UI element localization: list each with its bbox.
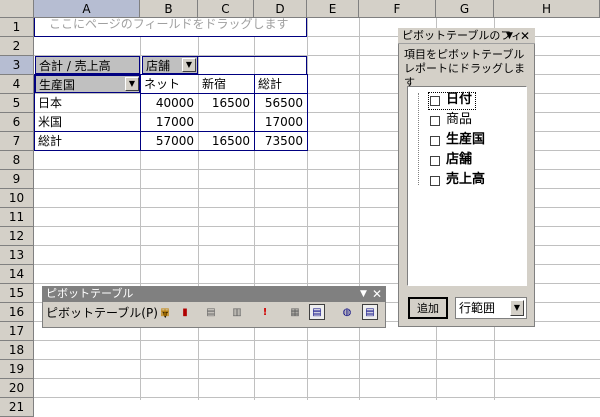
row-header-3[interactable]: 3 xyxy=(0,56,34,75)
col-item-shinjuku: 新宿 xyxy=(202,77,227,91)
row-header-8[interactable]: 8 xyxy=(0,151,34,170)
cell-value: 16500 xyxy=(211,96,250,110)
row-header-5[interactable]: 5 xyxy=(0,94,34,113)
cell-value: 16500 xyxy=(211,134,250,148)
pivot-data-field-label[interactable]: 合計 / 売上高 xyxy=(35,56,140,74)
field-product[interactable]: 商品 xyxy=(446,111,472,129)
hide-field-list-icon[interactable]: ▤ xyxy=(362,304,378,320)
toolbar-title: ピボットテーブル xyxy=(46,287,134,300)
pivot-header-divider xyxy=(140,93,308,94)
field-list-titlebar[interactable]: ピボットテーブルのフィ ▼ ✕ xyxy=(398,28,535,44)
add-button[interactable]: 追加 xyxy=(408,297,448,319)
field-icon xyxy=(430,116,440,126)
row-header-19[interactable]: 19 xyxy=(0,360,34,379)
pivot-menu-label: ピボットテーブル(P) xyxy=(46,306,158,320)
row-header-12[interactable]: 12 xyxy=(0,227,34,246)
toolbar-titlebar[interactable]: ピボットテーブル ▼ ✕ xyxy=(42,286,386,302)
chevron-down-icon[interactable]: ▼ xyxy=(510,300,524,316)
field-sales[interactable]: 売上高 xyxy=(446,171,485,189)
area-select[interactable]: 行範囲 ▼ xyxy=(455,297,527,319)
field-date[interactable]: 日付 xyxy=(446,91,472,109)
row-header-17[interactable]: 17 xyxy=(0,322,34,341)
field-country[interactable]: 生産国 xyxy=(446,131,485,149)
field-icon xyxy=(430,96,440,106)
pivot-total-col-divider xyxy=(254,74,255,151)
row-header-21[interactable]: 21 xyxy=(0,398,34,417)
row-header-16[interactable]: 16 xyxy=(0,303,34,322)
row-header-15[interactable]: 15 xyxy=(0,284,34,303)
row-header-6[interactable]: 6 xyxy=(0,113,34,132)
pivot-col-divider xyxy=(140,74,141,151)
row-header-11[interactable]: 11 xyxy=(0,208,34,227)
field-store[interactable]: 店舗 xyxy=(446,151,472,169)
row-header-7[interactable]: 7 xyxy=(0,132,34,151)
page-field-drop-zone[interactable]: ここにページのフィールドをドラッグします xyxy=(34,17,307,37)
row-label-grand-total: 総計 xyxy=(38,134,63,148)
cell-value: 73500 xyxy=(264,134,303,148)
cell-value xyxy=(199,113,254,131)
area-select-value: 行範囲 xyxy=(459,301,496,315)
show-detail-icon[interactable]: ▥ xyxy=(229,305,245,321)
pivot-header-blank xyxy=(198,56,307,74)
field-list-instruction: 項目をピボットテーブル レポートにドラッグします xyxy=(404,48,525,89)
field-icon xyxy=(430,156,440,166)
pivot-menu-button[interactable]: ピボットテーブル(P) ▼ xyxy=(46,305,169,323)
toolbar-options-icon[interactable]: ▼ xyxy=(360,286,367,302)
row-header-4[interactable]: 4 xyxy=(0,75,34,94)
row-header-1[interactable]: 1 xyxy=(0,18,34,37)
field-settings-icon[interactable]: ◍ xyxy=(339,305,355,321)
drop-hint-text: ここにページのフィールドをドラッグします xyxy=(49,17,289,31)
row-header-18[interactable]: 18 xyxy=(0,341,34,360)
toolbar-close-icon[interactable]: ✕ xyxy=(372,286,382,302)
always-display-icon[interactable]: ▤ xyxy=(309,304,325,320)
pivot-total-divider xyxy=(34,131,308,132)
col-item-net: ネット xyxy=(144,77,181,91)
column-header-f[interactable]: F xyxy=(359,0,436,18)
row-label-usa: 米国 xyxy=(38,115,63,129)
tree-line xyxy=(418,93,419,185)
select-all-corner[interactable] xyxy=(0,0,34,18)
row-field-dropdown-icon[interactable]: ▼ xyxy=(125,77,139,91)
format-report-icon[interactable]: ▦ xyxy=(157,305,173,321)
dropdown-arrow-icon[interactable]: ▼ xyxy=(506,28,513,44)
refresh-icon[interactable]: ! xyxy=(257,305,273,321)
close-icon[interactable]: ✕ xyxy=(520,28,530,44)
cell-value: 17000 xyxy=(155,115,194,129)
row-header-13[interactable]: 13 xyxy=(0,246,34,265)
cell-value: 57000 xyxy=(155,134,194,148)
cell-value: 17000 xyxy=(264,115,303,129)
chart-wizard-icon[interactable]: ▮ xyxy=(177,305,193,321)
col-item-total: 総計 xyxy=(258,77,283,91)
field-list-title: ピボットテーブルのフィ xyxy=(402,29,523,42)
column-field-dropdown-icon[interactable]: ▼ xyxy=(182,58,196,72)
row-header-14[interactable]: 14 xyxy=(0,265,34,284)
column-header-h[interactable]: H xyxy=(494,0,600,18)
row-label-japan: 日本 xyxy=(38,96,63,110)
row-header-2[interactable]: 2 xyxy=(0,37,34,56)
cell-value: 40000 xyxy=(155,96,194,110)
row-header-10[interactable]: 10 xyxy=(0,189,34,208)
field-icon xyxy=(430,176,440,186)
include-hidden-icon[interactable]: ▦ xyxy=(287,305,303,321)
column-header-g[interactable]: G xyxy=(436,0,494,18)
column-field-label: 店舗 xyxy=(146,59,171,73)
cell-value: 56500 xyxy=(264,96,303,110)
row-header-20[interactable]: 20 xyxy=(0,379,34,398)
field-icon xyxy=(430,136,440,146)
row-field-label: 生産国 xyxy=(39,78,76,92)
row-header-9[interactable]: 9 xyxy=(0,170,34,189)
hide-detail-icon[interactable]: ▤ xyxy=(203,305,219,321)
column-header-e[interactable]: E xyxy=(307,0,359,18)
